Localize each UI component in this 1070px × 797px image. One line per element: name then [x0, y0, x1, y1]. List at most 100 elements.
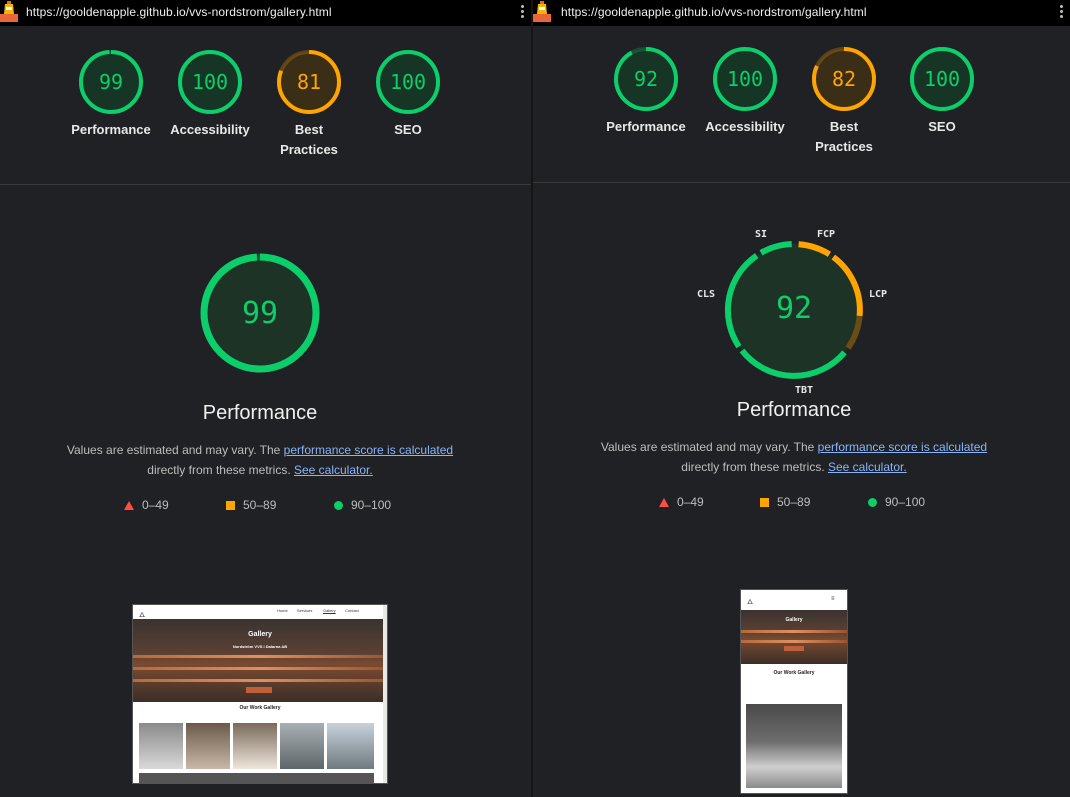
- performance-title: Performance: [736, 399, 852, 421]
- thumb-navbar: 🜂 ≡: [741, 590, 847, 610]
- report-url[interactable]: https://gooldenapple.github.io/vvs-nords…: [26, 5, 332, 19]
- performance-title: Performance: [202, 402, 318, 424]
- gauge-value: 100: [727, 67, 763, 91]
- see-calculator-link[interactable]: See calculator.: [828, 460, 907, 474]
- thumb-section-title: Our Work Gallery: [773, 670, 815, 676]
- desc-text: directly from these metrics.: [147, 463, 294, 477]
- gauge-ring: 100: [910, 47, 974, 111]
- thumb-section-title: Our Work Gallery: [239, 705, 281, 711]
- report-panel-mobile: https://gooldenapple.github.io/vvs-nords…: [533, 0, 1070, 797]
- thumb-nav-item: Contact: [345, 608, 359, 613]
- gauge-best-practices[interactable]: 82 Best Practices: [794, 45, 894, 157]
- thumb-contact-button: [784, 646, 804, 651]
- url-bar: https://gooldenapple.github.io/vvs-nords…: [0, 0, 531, 26]
- square-icon: [760, 498, 769, 508]
- gauge-label: Best Practices: [815, 119, 873, 154]
- flame-logo-icon: 🜂: [747, 599, 754, 606]
- gauge-value: 100: [390, 70, 426, 94]
- lighthouse-icon: [0, 1, 18, 22]
- gauge-ring: 81: [277, 50, 341, 114]
- report-url[interactable]: https://gooldenapple.github.io/vvs-nords…: [561, 5, 867, 19]
- score-calc-link[interactable]: performance score is calculated: [818, 440, 987, 454]
- gauge-value: 100: [924, 67, 960, 91]
- thumb-scrollbar: [383, 605, 387, 783]
- thumb-navbar: 🜂 Home Services Gallery Contact: [133, 605, 387, 619]
- lighthouse-icon: [533, 1, 551, 22]
- score-description: Values are estimated and may vary. The p…: [35, 440, 485, 480]
- thumb-hero: Gallery: [741, 610, 847, 664]
- thumb-hero: Gallery Nordström VVS i Dalarna AB: [133, 619, 387, 702]
- thumb-hero-title: Gallery: [785, 617, 803, 623]
- legend-pass: 90–100: [334, 498, 391, 512]
- gauge-seo[interactable]: 100 SEO: [358, 48, 458, 140]
- url-bar: https://gooldenapple.github.io/vvs-nords…: [533, 0, 1070, 26]
- metric-label-cls[interactable]: CLS: [697, 289, 715, 300]
- gauge-accessibility[interactable]: 100 Accessibility: [695, 45, 795, 137]
- score-calc-link[interactable]: performance score is calculated: [284, 443, 453, 457]
- gauge-best-practices[interactable]: 81 Best Practices: [259, 48, 359, 160]
- thumb-photo: [186, 723, 230, 769]
- category-scores: 99 Performance 100 Accessibility 81 Best…: [0, 26, 531, 185]
- gauge-label: Accessibility: [170, 122, 250, 137]
- gauge-value: 82: [832, 67, 856, 91]
- hamburger-menu-icon: ≡: [831, 596, 835, 602]
- gauge-performance[interactable]: 92 Performance: [596, 45, 696, 137]
- thumb-photo: [327, 723, 374, 769]
- score-legend: 0–49 50–89 90–100: [0, 498, 531, 518]
- category-scores: 92 Performance 100 Accessibility 82 Best…: [533, 26, 1070, 183]
- thumb-nav-item: Gallery: [323, 608, 336, 613]
- gauge-value: 92: [634, 67, 658, 91]
- legend-pass: 90–100: [868, 495, 925, 509]
- gauge-ring: 82: [812, 47, 876, 111]
- gauge-label: Best Practices: [280, 122, 338, 157]
- thumb-photo: [139, 723, 183, 769]
- thumb-nav-item: Home: [277, 608, 288, 613]
- performance-metrics-gauge: 92: [724, 241, 863, 379]
- report-panel-desktop: https://gooldenapple.github.io/vvs-nords…: [0, 0, 531, 797]
- thumb-photo: [233, 723, 277, 769]
- gauge-ring: 100: [376, 50, 440, 114]
- gauge-ring: 100: [713, 47, 777, 111]
- final-screenshot-desktop[interactable]: 🜂 Home Services Gallery Contact Gallery …: [132, 604, 388, 784]
- desc-text: Values are estimated and may vary. The: [66, 443, 284, 457]
- gauge-label: Performance: [606, 119, 686, 134]
- metric-label-si[interactable]: SI: [755, 229, 767, 240]
- legend-fail: 0–49: [659, 495, 704, 509]
- score-description: Values are estimated and may vary. The p…: [569, 437, 1019, 477]
- legend-average: 50–89: [226, 498, 276, 512]
- more-options-icon[interactable]: [521, 3, 525, 21]
- circle-icon: [868, 498, 877, 508]
- gauge-performance[interactable]: 99 Performance: [61, 48, 161, 140]
- legend-fail: 0–49: [124, 498, 169, 512]
- see-calculator-link[interactable]: See calculator.: [294, 463, 373, 477]
- metric-label-lcp[interactable]: LCP: [869, 289, 887, 300]
- circle-icon: [334, 501, 343, 511]
- gauge-ring: 99: [79, 50, 143, 114]
- gauge-label: Performance: [71, 122, 151, 137]
- square-icon: [226, 501, 235, 511]
- gauge-ring: 92: [614, 47, 678, 111]
- gauge-seo[interactable]: 100 SEO: [892, 45, 992, 137]
- gauge-accessibility[interactable]: 100 Accessibility: [160, 48, 260, 140]
- thumb-nav-item: Services: [297, 608, 313, 613]
- performance-gauge-large: 99: [200, 253, 320, 373]
- thumb-hero-title: Gallery: [248, 631, 272, 638]
- legend-average: 50–89: [760, 495, 810, 509]
- gauge-value: 81: [297, 70, 321, 94]
- triangle-icon: [659, 498, 669, 508]
- desc-text: Values are estimated and may vary. The: [600, 440, 818, 454]
- score-legend: 0–49 50–89 90–100: [533, 495, 1070, 515]
- gauge-label: Accessibility: [705, 119, 785, 134]
- performance-score: 99: [242, 296, 278, 331]
- gauge-value: 100: [192, 70, 228, 94]
- desc-text: directly from these metrics.: [681, 460, 828, 474]
- final-screenshot-mobile[interactable]: 🜂 ≡ Gallery Our Work Gallery: [740, 589, 848, 794]
- performance-score: 92: [776, 291, 812, 326]
- gauge-label: SEO: [394, 122, 422, 137]
- thumb-photo-row: [139, 773, 374, 783]
- thumb-hero-subtitle: Nordström VVS i Dalarna AB: [232, 644, 288, 649]
- metric-label-fcp[interactable]: FCP: [817, 229, 835, 240]
- triangle-icon: [124, 501, 134, 511]
- metric-label-tbt[interactable]: TBT: [795, 385, 813, 396]
- more-options-icon[interactable]: [1060, 3, 1064, 21]
